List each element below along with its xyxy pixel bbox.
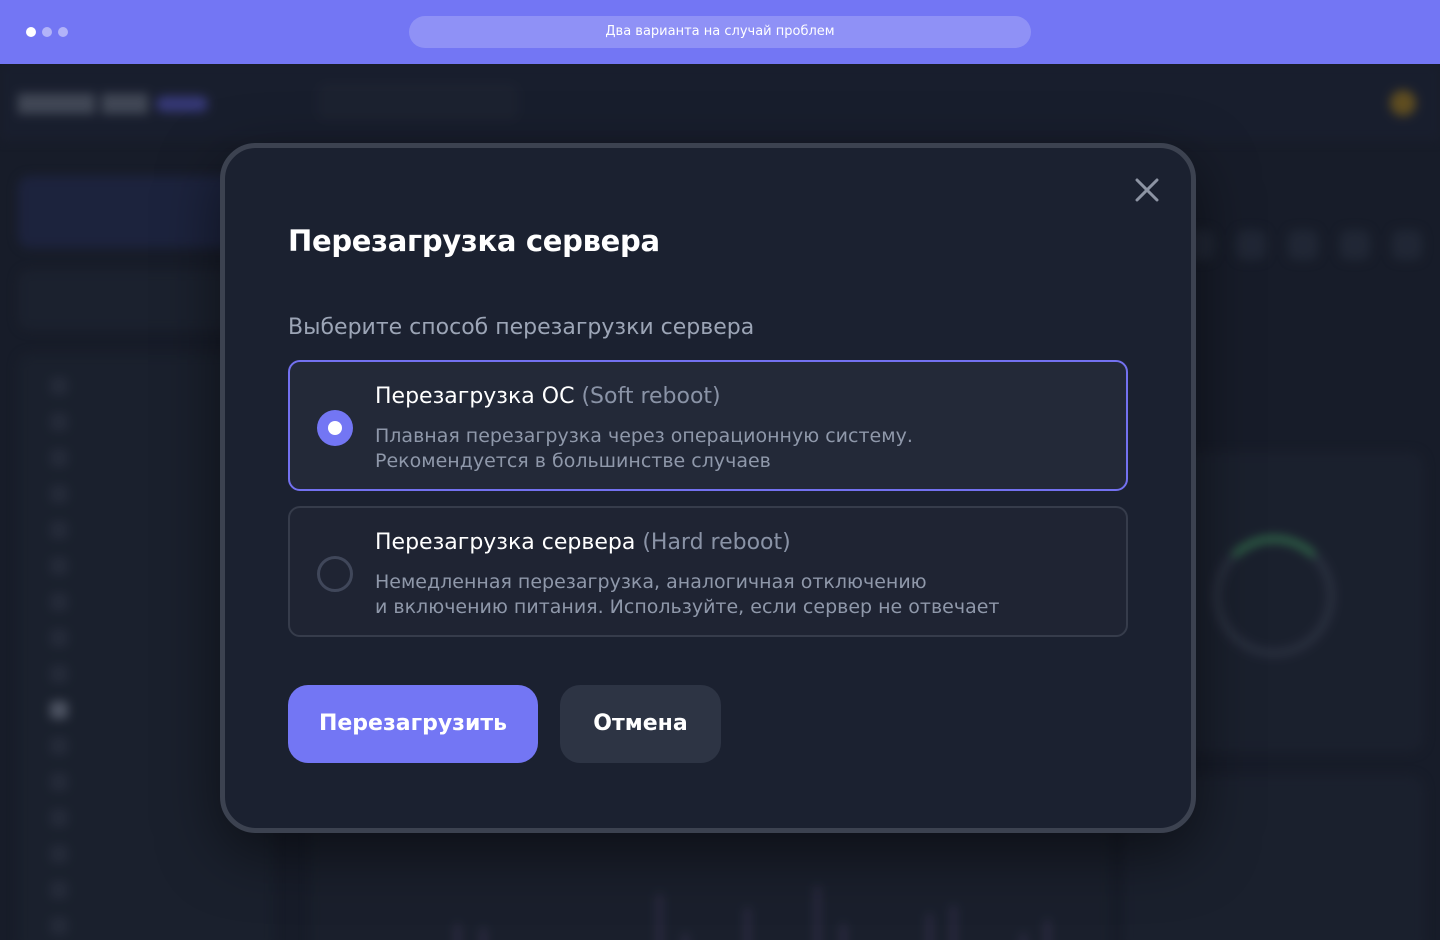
dialog-subtitle: Выберите способ перезагрузки сервера — [288, 315, 755, 340]
dialog-title: Перезагрузка сервера — [288, 224, 660, 258]
window-dot-maximize[interactable] — [58, 27, 68, 37]
option-description-line: Плавная перезагрузка через операционную … — [375, 425, 913, 447]
close-icon — [1135, 178, 1159, 202]
reboot-button[interactable]: Перезагрузить — [288, 685, 538, 763]
radio-unchecked-icon[interactable] — [317, 556, 353, 592]
cancel-button[interactable]: Отмена — [560, 685, 721, 763]
radio-checked-icon[interactable] — [317, 410, 353, 446]
option-description: Немедленная перезагрузка, аналогичная от… — [375, 570, 1115, 620]
option-title: Перезагрузка сервера (Hard reboot) — [375, 530, 791, 555]
option-description: Плавная перезагрузка через операционную … — [375, 424, 1115, 474]
close-button[interactable] — [1129, 172, 1165, 208]
address-bar[interactable]: Два варианта на случай проблем — [409, 16, 1031, 48]
option-soft-reboot[interactable]: Перезагрузка ОС (Soft reboot) Плавная пе… — [288, 360, 1128, 491]
option-hard-reboot[interactable]: Перезагрузка сервера (Hard reboot) Немед… — [288, 506, 1128, 637]
reboot-dialog: Перезагрузка сервера Выберите способ пер… — [220, 143, 1196, 833]
window-dot-minimize[interactable] — [42, 27, 52, 37]
browser-chrome: Два варианта на случай проблем — [0, 0, 1440, 64]
window-controls — [26, 27, 68, 37]
option-title-hint: (Soft reboot) — [581, 384, 721, 409]
window-dot-close[interactable] — [26, 27, 36, 37]
option-description-line: Рекомендуется в большинстве случаев — [375, 450, 771, 472]
option-title-text: Перезагрузка сервера — [375, 530, 636, 555]
option-title-text: Перезагрузка ОС — [375, 384, 575, 409]
option-description-line: и включению питания. Используйте, если с… — [375, 596, 1000, 618]
option-description-line: Немедленная перезагрузка, аналогичная от… — [375, 571, 927, 593]
option-title-hint: (Hard reboot) — [642, 530, 791, 555]
option-title: Перезагрузка ОС (Soft reboot) — [375, 384, 721, 409]
